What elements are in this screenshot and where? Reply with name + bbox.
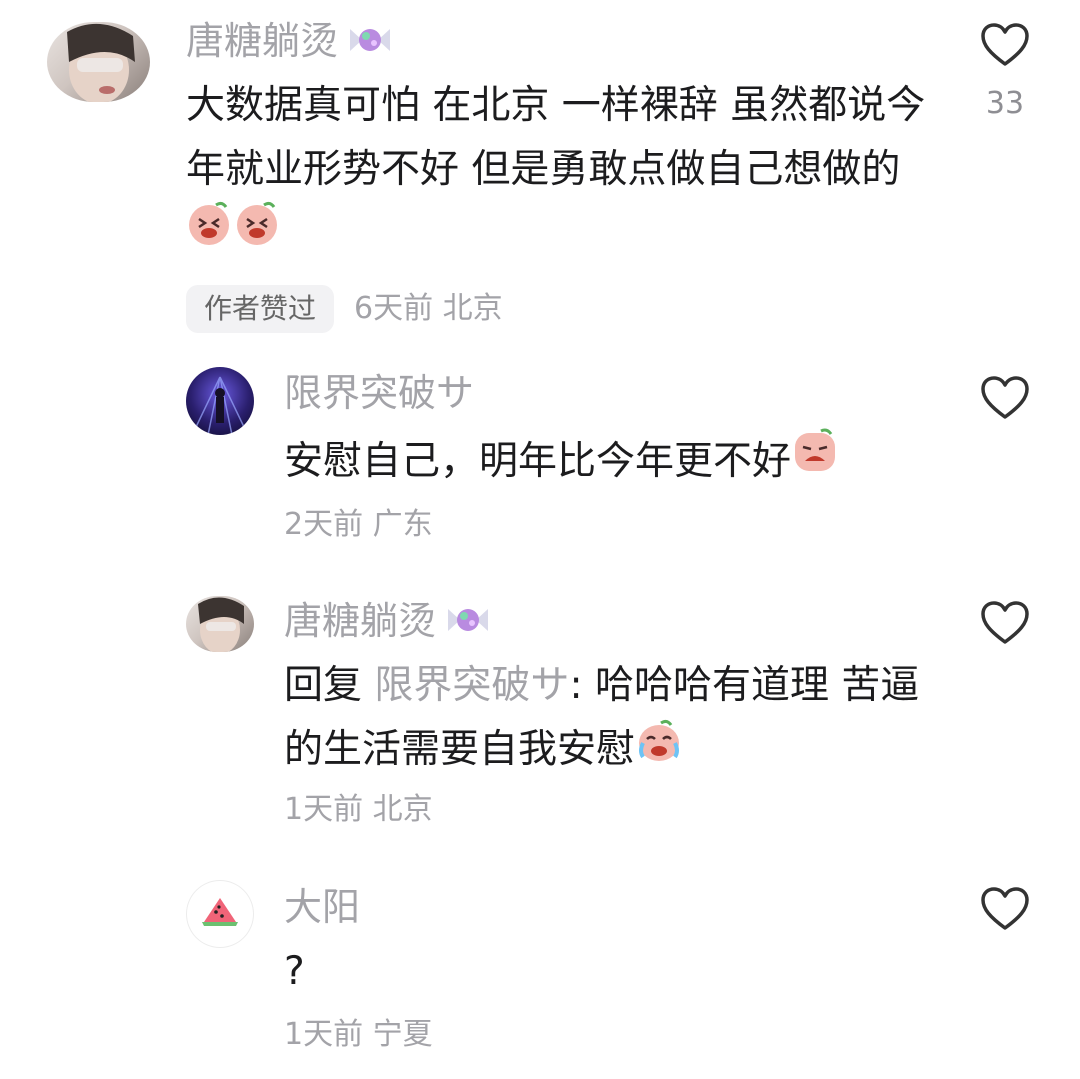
crying-emoji-icon	[791, 427, 839, 495]
like-count: 33	[985, 86, 1025, 121]
candy-icon	[440, 601, 496, 647]
crying-laughing-emoji-icon	[635, 715, 683, 783]
comment-location: 北京	[372, 792, 433, 827]
heart-icon	[981, 887, 1029, 930]
comment-username[interactable]: 限界突破サ	[284, 370, 474, 416]
like-button[interactable]	[960, 886, 1050, 932]
reply-label: 回复	[284, 663, 363, 708]
avatar-photo	[195, 376, 245, 435]
comment-time: 1天前	[284, 792, 364, 827]
heart-icon	[981, 376, 1029, 419]
comment-text: 安慰自己，明年比今年更不好	[284, 427, 934, 495]
candy-icon	[342, 21, 398, 67]
comment-meta: 2天前 广东	[284, 505, 433, 545]
like-button[interactable]	[960, 600, 1050, 646]
comment-text: ?	[284, 949, 305, 994]
like-button[interactable]	[960, 375, 1050, 421]
heart-icon	[981, 23, 1029, 66]
comment-meta: 1天前 北京	[284, 790, 433, 830]
avatar[interactable]	[186, 367, 254, 435]
avatar-photo	[198, 597, 244, 652]
comment-location: 北京	[442, 291, 503, 326]
comment-time: 1天前	[284, 1017, 364, 1052]
avatar-photo	[67, 23, 135, 102]
comment-text: 大数据真可怕 在北京 一样裸辞 虽然都说今年就业形势不好 但是勇敢点做自己想做的	[186, 74, 936, 267]
reply-target-username[interactable]: 限界突破サ	[374, 663, 569, 708]
avatar[interactable]	[186, 880, 254, 948]
laughing-emoji-icon	[186, 199, 282, 267]
comment-username[interactable]: 唐糖躺烫	[284, 598, 496, 647]
comment-location: 宁夏	[372, 1017, 433, 1052]
comment-username[interactable]: 唐糖躺烫	[186, 18, 398, 67]
comment-location: 广东	[372, 507, 433, 542]
comment-username[interactable]: 大阳	[284, 884, 360, 930]
watermelon-icon	[202, 898, 238, 926]
comment-meta: 1天前 宁夏	[284, 1015, 433, 1055]
avatar[interactable]	[47, 22, 150, 102]
heart-icon	[981, 601, 1029, 644]
avatar[interactable]	[186, 596, 254, 652]
comment-text: 回复 限界突破サ: 哈哈哈有道理 苦逼的生活需要自我安慰	[284, 654, 924, 783]
author-liked-badge: 作者赞过	[186, 285, 335, 333]
like-button[interactable]: 33	[960, 22, 1050, 121]
comment-time: 6天前	[354, 291, 434, 326]
comment-time: 2天前	[284, 507, 364, 542]
comment-meta: 作者赞过 6天前 北京	[186, 285, 503, 333]
